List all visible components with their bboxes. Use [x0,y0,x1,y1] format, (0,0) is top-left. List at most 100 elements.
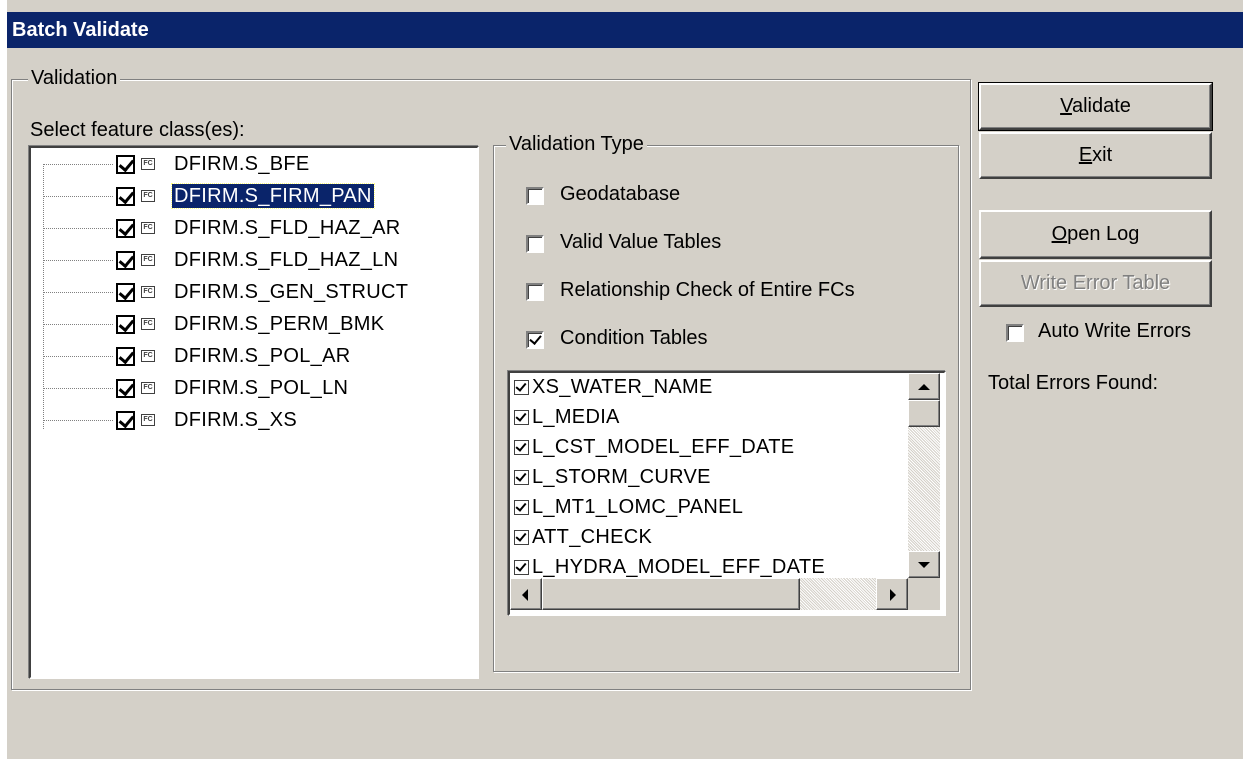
tree-connector [43,420,113,421]
feature-class-name[interactable]: DFIRM.S_FLD_HAZ_AR [172,216,403,240]
condition-tables-list[interactable]: XS_WATER_NAME L_MEDIA L_CST_MODEL_EFF_DATE… [508,371,946,616]
validation-type-group-label: Validation Type [506,133,647,155]
condition-table-checkbox[interactable] [514,500,529,515]
exit-label: xit [1092,144,1113,166]
feature-class-checkbox[interactable] [116,251,135,270]
write-error-table-label: Write Error Table [1020,272,1171,294]
feature-class-checkbox[interactable] [116,347,135,366]
validation-type-checkbox[interactable] [526,187,544,205]
condition-table-checkbox[interactable] [514,380,529,395]
tree-connector [43,260,113,261]
condition-table-checkbox[interactable] [514,530,529,545]
exit-button[interactable]: Exit [979,132,1212,179]
validate-mnemonic: V [1060,95,1072,117]
open-log-mnemonic: O [1051,223,1068,245]
feature-class-checkbox[interactable] [116,283,135,302]
window-title: Batch Validate [12,19,149,41]
condition-table-checkbox[interactable] [514,440,529,455]
feature-class-item[interactable]: FC DFIRM.S_BFE [31,152,471,178]
condition-table-checkbox[interactable] [514,470,529,485]
select-feature-class-label: Select feature class(es): [30,119,245,141]
feature-class-name[interactable]: DFIRM.S_XS [172,408,299,432]
condition-table-name: ATT_CHECK [532,526,653,548]
scroll-right-button[interactable] [876,578,908,610]
up-arrow-icon [918,384,930,390]
tree-connector [43,388,113,389]
validate-label: alidate [1071,95,1131,117]
feature-class-checkbox[interactable] [116,315,135,334]
condition-table-checkbox[interactable] [514,560,529,575]
condition-table-name: L_STORM_CURVE [532,466,711,488]
feature-class-icon: FC [141,158,155,170]
validation-type-label[interactable]: Relationship Check of Entire FCs [560,279,855,302]
condition-table-name: L_HYDRA_MODEL_EFF_DATE [532,556,825,578]
tree-connector [43,356,113,357]
validation-type-checkbox[interactable] [526,283,544,301]
right-arrow-icon [890,589,896,601]
feature-class-item[interactable]: FC DFIRM.S_FIRM_PAN [31,183,471,210]
condition-table-name: L_MEDIA [532,406,620,428]
feature-class-checkbox[interactable] [116,155,135,174]
scrollbar-corner [908,578,940,610]
tree-connector [43,324,113,325]
feature-class-item[interactable]: FC DFIRM.S_GEN_STRUCT [31,280,471,306]
feature-class-item[interactable]: FC DFIRM.S_XS [31,408,471,434]
feature-class-name[interactable]: DFIRM.S_PERM_BMK [172,312,386,336]
write-error-table-button[interactable]: Write Error Table [979,260,1212,307]
feature-class-name[interactable]: DFIRM.S_GEN_STRUCT [172,280,410,304]
feature-class-icon: FC [141,382,155,394]
feature-class-icon: FC [141,350,155,362]
feature-class-name[interactable]: DFIRM.S_POL_AR [172,344,352,368]
tree-connector [43,196,113,197]
validation-type-label[interactable]: Geodatabase [560,183,680,206]
validation-type-checkbox[interactable] [526,331,544,349]
validation-type-label[interactable]: Valid Value Tables [560,231,721,254]
scroll-down-button[interactable] [908,551,940,578]
validate-button[interactable]: Validate [978,82,1213,131]
validation-type-label[interactable]: Condition Tables [560,327,708,350]
feature-class-name[interactable]: DFIRM.S_POL_LN [172,376,350,400]
exit-mnemonic: E [1078,144,1093,166]
feature-class-checkbox[interactable] [116,187,135,206]
feature-class-tree[interactable]: FC DFIRM.S_BFE FC DFIRM.S_FIRM_PAN FC DFIRM.S… [29,146,479,679]
scroll-up-button[interactable] [908,373,940,400]
feature-class-icon: FC [141,318,155,330]
condition-table-name: XS_WATER_NAME [532,376,713,398]
condition-table-name: L_MT1_LOMC_PANEL [532,496,744,518]
total-errors-label: Total Errors Found: [988,372,1159,394]
feature-class-item[interactable]: FC DFIRM.S_FLD_HAZ_AR [31,216,471,242]
vertical-scroll-thumb[interactable] [908,400,940,427]
feature-class-icon: FC [141,286,155,298]
auto-write-errors-checkbox[interactable] [1006,324,1024,342]
tree-connector [43,292,113,293]
feature-class-name[interactable]: DFIRM.S_BFE [172,152,312,176]
tree-connector [43,228,113,229]
scroll-left-button[interactable] [510,578,542,610]
feature-class-icon: FC [141,414,155,426]
feature-class-icon: FC [141,254,155,266]
feature-class-checkbox[interactable] [116,219,135,238]
feature-class-item[interactable]: FC DFIRM.S_FLD_HAZ_LN [31,248,471,274]
feature-class-item[interactable]: FC DFIRM.S_POL_LN [31,376,471,402]
feature-class-name[interactable]: DFIRM.S_FLD_HAZ_LN [172,248,400,272]
window-title-bar: Batch Validate [7,12,1243,48]
horizontal-scroll-thumb[interactable] [542,578,800,610]
auto-write-errors-label[interactable]: Auto Write Errors [1038,320,1191,343]
feature-class-checkbox[interactable] [116,411,135,430]
feature-class-name[interactable]: DFIRM.S_FIRM_PAN [171,183,375,209]
feature-class-checkbox[interactable] [116,379,135,398]
validation-type-checkbox[interactable] [526,235,544,253]
tree-connector [43,164,113,165]
feature-class-item[interactable]: FC DFIRM.S_POL_AR [31,344,471,370]
open-log-button[interactable]: Open Log [979,210,1212,259]
condition-table-checkbox[interactable] [514,410,529,425]
feature-class-item[interactable]: FC DFIRM.S_PERM_BMK [31,312,471,338]
validation-group-label: Validation [28,67,121,89]
window-frame [0,0,7,759]
down-arrow-icon [918,562,930,568]
open-log-label: pen Log [1067,223,1140,245]
left-arrow-icon [522,589,528,601]
feature-class-icon: FC [141,222,155,234]
feature-class-icon: FC [141,190,155,202]
condition-table-name: L_CST_MODEL_EFF_DATE [532,436,795,458]
